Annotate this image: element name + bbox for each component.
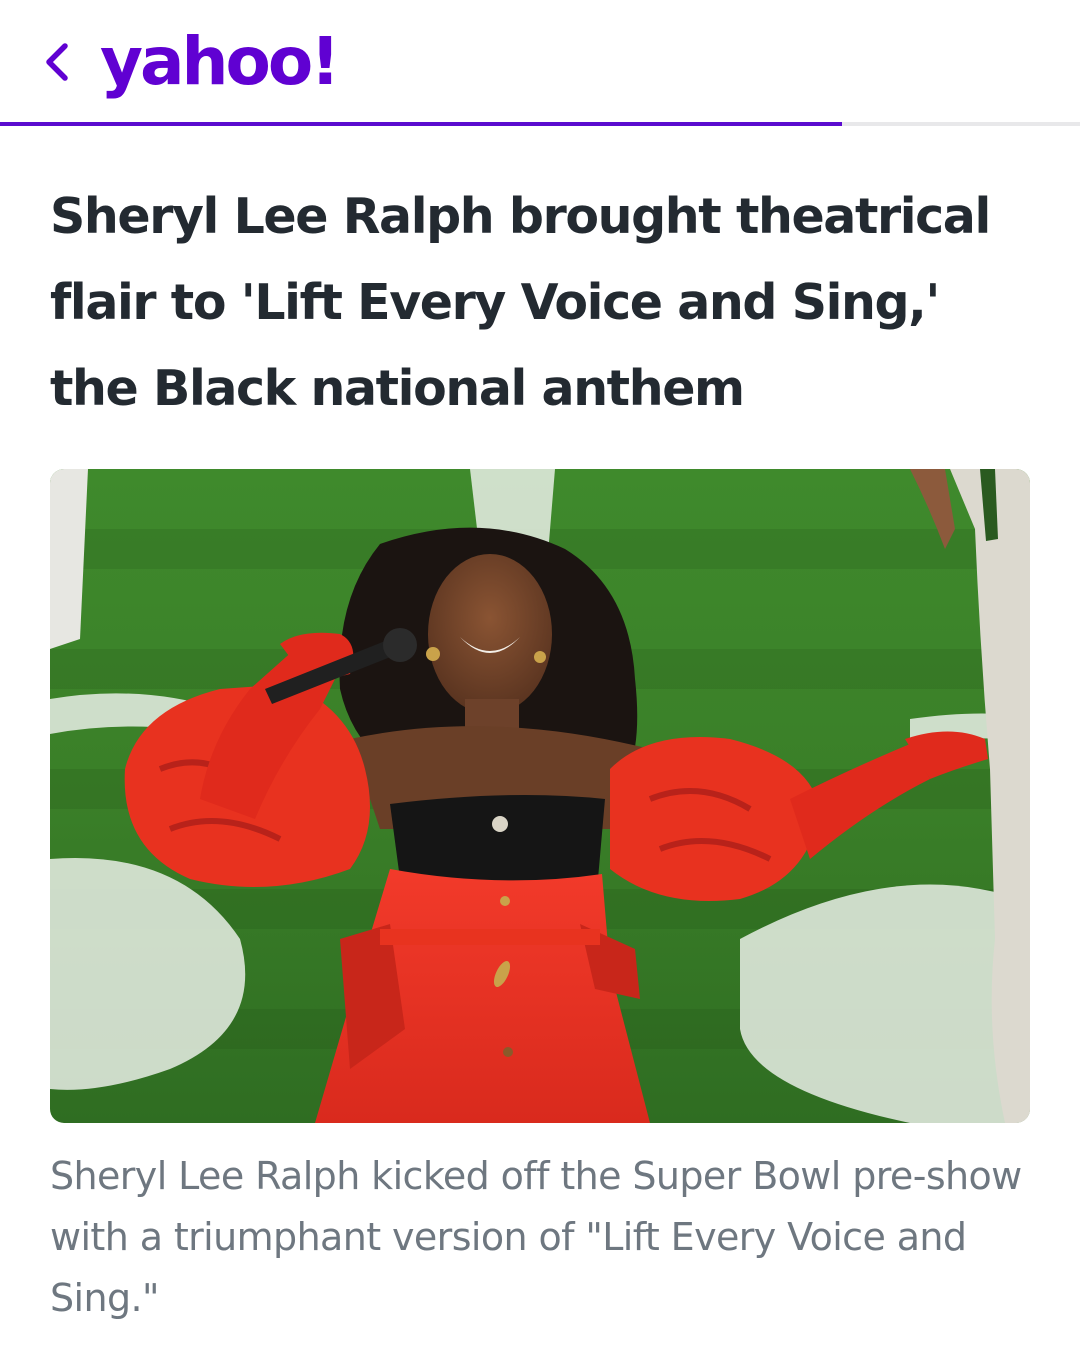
article-headline: Sheryl Lee Ralph brought theatrical flai… [50, 188, 991, 417]
top-bar: yahoo! [0, 0, 1080, 124]
hero-photo [50, 469, 1030, 1123]
back-button[interactable] [28, 30, 84, 94]
reading-progress-bar [0, 122, 1080, 126]
chevron-left-icon [46, 43, 68, 81]
article-hero-image[interactable] [50, 469, 1030, 1123]
yahoo-logo[interactable]: yahoo! [100, 22, 340, 102]
reading-progress-fill [0, 122, 843, 126]
logo-text: yahoo! [100, 23, 340, 100]
image-caption: Sheryl Lee Ralph kicked off the Super Bo… [50, 1154, 1022, 1320]
